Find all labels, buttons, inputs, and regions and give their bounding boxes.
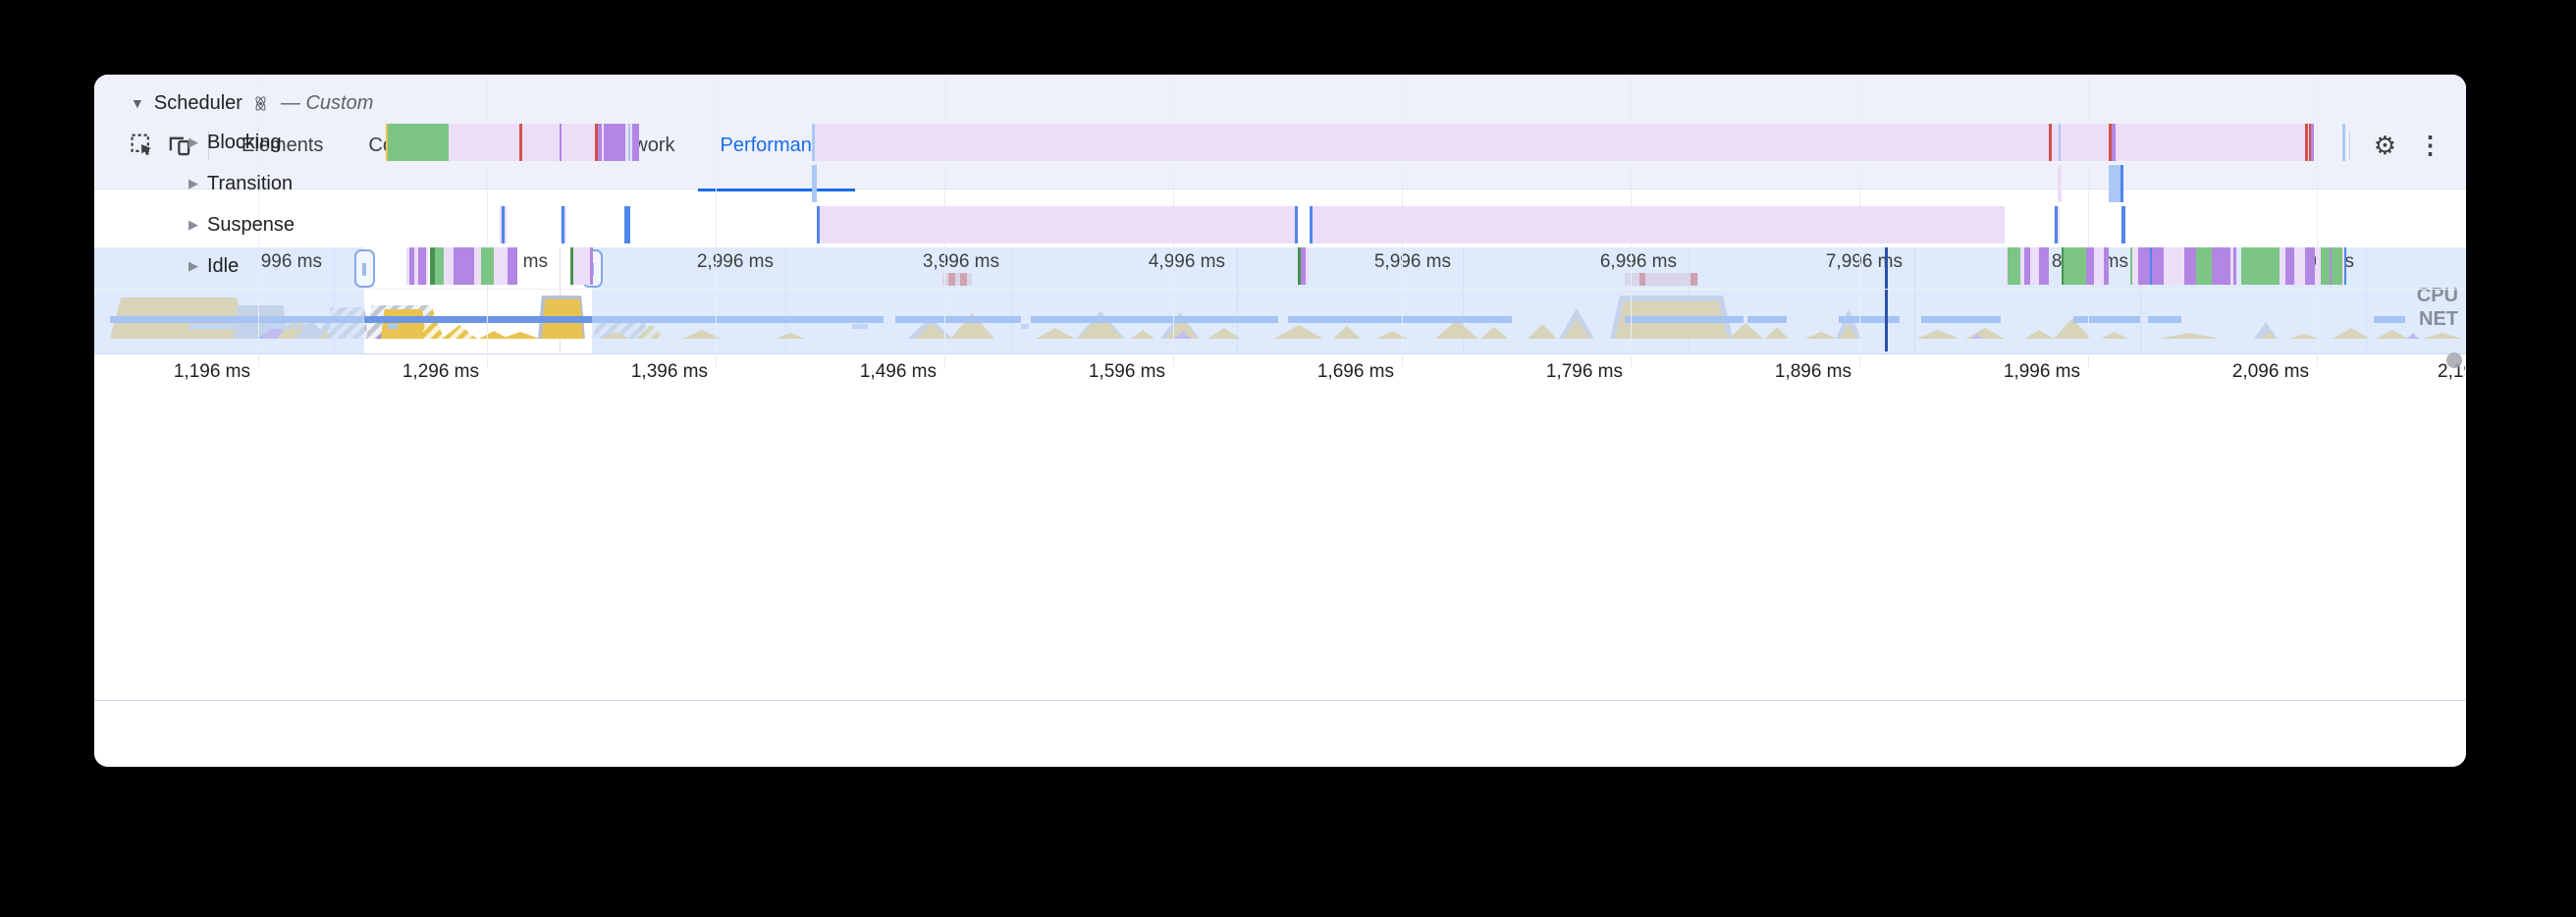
idle-bar-segment[interactable] [2104,247,2109,285]
idle-bar-segment[interactable] [2152,247,2164,285]
idle-bar-segment[interactable] [435,247,444,285]
blocking-bar-segment[interactable] [604,152,625,161]
idle-bar-segment[interactable] [2039,247,2049,285]
suspense-bar-segment[interactable] [1295,206,1298,243]
idle-bar-segment[interactable] [590,247,593,285]
blocking-bar-segment[interactable] [2311,152,2314,161]
idle-bar-segment[interactable] [481,247,494,285]
flame-chart-track-area[interactable]: ▼ Scheduler — Custom ▶Blocking▶Transitio… [94,152,2466,446]
suspense-bar-segment[interactable] [1313,206,2005,243]
suspense-bar-segment[interactable] [505,206,507,243]
blocking-bar-segment[interactable] [2342,152,2345,161]
blocking-bar-segment[interactable] [388,152,449,161]
track-row-label-idle[interactable]: ▶ Idle [188,253,239,279]
track-row-label-suspense[interactable]: ▶ Suspense [188,212,295,238]
transition-bar-segment[interactable] [812,165,817,202]
row-label-text: Idle [207,255,239,278]
track-row-label-transition[interactable]: ▶ Transition [188,171,293,196]
devtools-window: ElementsConsoleSourcesNetworkPerformance… [94,75,2466,767]
idle-bar-segment[interactable] [2184,247,2196,285]
idle-bar-segment[interactable] [2196,247,2212,285]
idle-bar-segment[interactable] [444,247,454,285]
transition-bar-segment[interactable] [2058,165,2062,202]
row-label-text: Suspense [207,214,295,237]
details-pane [94,700,2466,767]
row-label-text: Transition [207,173,293,195]
idle-bar-segment[interactable] [2321,247,2330,285]
transition-bar-segment[interactable] [2120,165,2123,202]
track-rows: ▶Blocking ▶ Transition ▶ Suspense ▶ Idle [94,152,2466,446]
idle-bar-segment[interactable] [418,247,426,285]
suspense-bar-segment[interactable] [564,206,566,243]
idle-bar-segment[interactable] [2030,247,2039,285]
idle-bar-segment[interactable] [2008,247,2020,285]
track-row-label-blocking[interactable]: ▶Blocking [188,152,282,155]
blocking-bar-segment[interactable] [522,152,560,161]
row-label-text: Blocking [207,152,282,154]
suspense-bar-segment[interactable] [624,206,630,243]
idle-bar-segment[interactable] [426,247,428,285]
blocking-bar-segment[interactable] [815,152,2049,161]
suspense-bar-segment[interactable] [820,206,1295,243]
idle-bar-segment[interactable] [2294,247,2305,285]
idle-bar-segment[interactable] [2241,247,2280,285]
idle-bar-segment[interactable] [2305,247,2315,285]
transition-bar-segment[interactable] [2109,165,2120,202]
suspense-bar-segment[interactable] [2121,206,2125,243]
idle-bar-segment[interactable] [2344,247,2346,285]
idle-bar-segment[interactable] [2212,247,2230,285]
idle-bar-segment[interactable] [508,247,517,285]
idle-bar-segment[interactable] [2285,247,2294,285]
idle-bar-segment[interactable] [2094,247,2104,285]
blocking-bar-segment[interactable] [2052,152,2059,161]
blocking-bar-segment[interactable] [2116,152,2305,161]
blocking-bar-segment[interactable] [632,152,639,161]
idle-bar-segment[interactable] [2064,247,2086,285]
blocking-bar-segment[interactable] [562,152,595,161]
idle-bar-segment[interactable] [2233,247,2236,285]
idle-bar-segment[interactable] [573,247,590,285]
idle-bar-segment[interactable] [494,247,508,285]
idle-bar-segment[interactable] [474,247,481,285]
suspense-bar-segment[interactable] [2058,206,2060,243]
expand-arrow-icon[interactable]: ▶ [188,176,198,191]
idle-bar-segment[interactable] [2164,247,2184,285]
idle-bar-segment[interactable] [1306,247,1309,285]
idle-bar-segment[interactable] [2138,247,2150,285]
idle-bar-segment[interactable] [2332,247,2342,285]
blocking-bar-segment[interactable] [2061,152,2109,161]
blocking-bar-segment[interactable] [449,152,519,161]
expand-arrow-icon[interactable]: ▶ [188,217,198,233]
expand-arrow-icon[interactable]: ▶ [188,258,198,274]
idle-bar-segment[interactable] [2086,247,2094,285]
idle-bar-segment[interactable] [458,247,474,285]
